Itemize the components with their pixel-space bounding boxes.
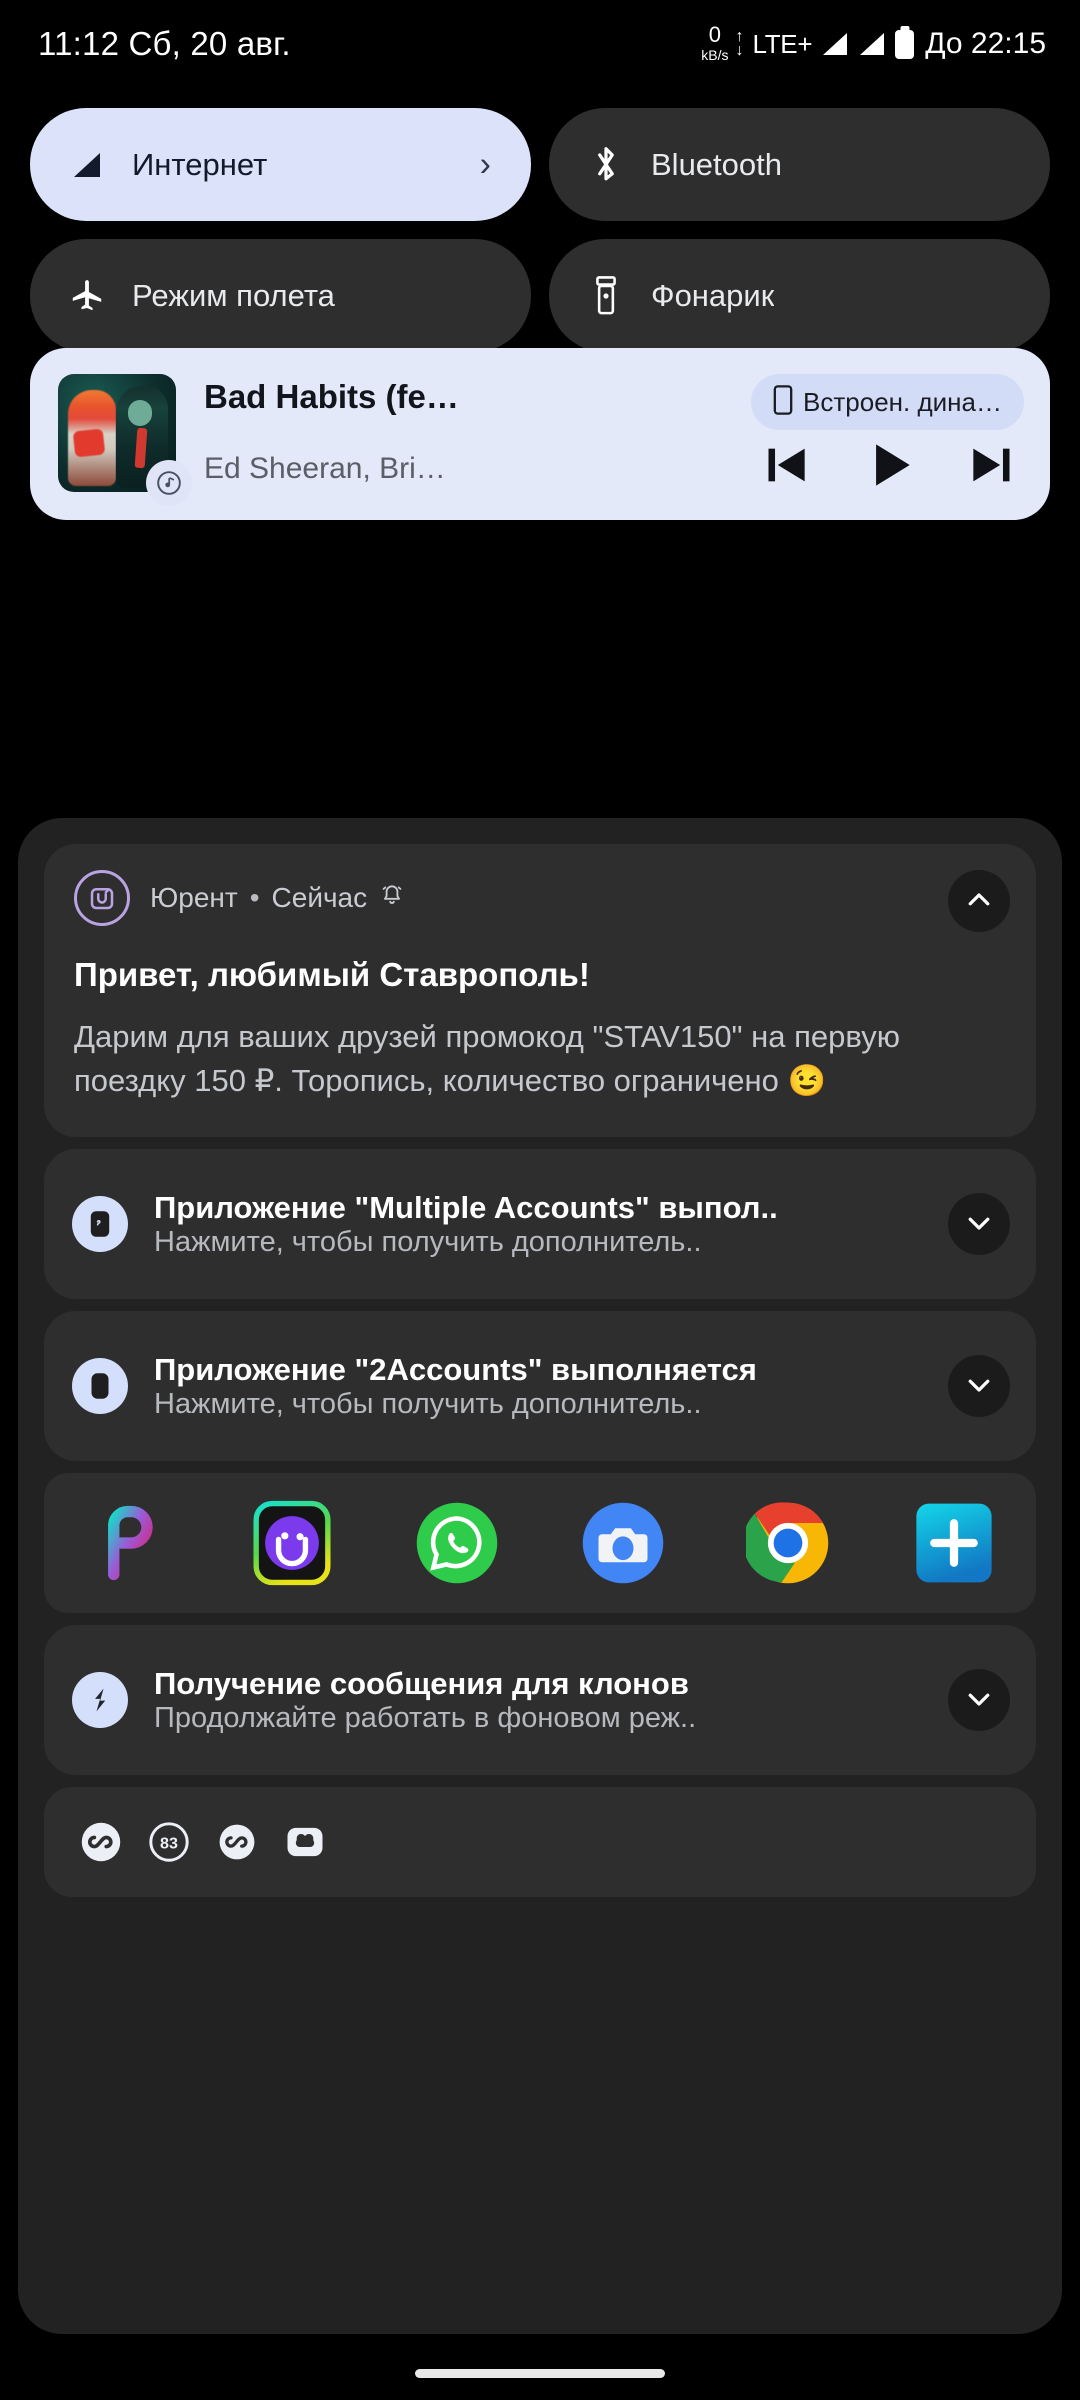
notification-shade: 11:12 Сб, 20 авг. 0 kB/s ↑ ↓ LTE+ До 22:1… xyxy=(0,0,1080,2400)
two-accounts-icon xyxy=(72,1358,128,1415)
notification-text: Приложение "Multiple Accounts" выпол.. Н… xyxy=(154,1190,932,1259)
chevron-down-icon xyxy=(964,1370,994,1403)
chevron-down-icon xyxy=(964,1208,994,1241)
tile-bluetooth-label: Bluetooth xyxy=(651,146,782,182)
expand-button[interactable] xyxy=(948,1669,1010,1732)
chevron-right-icon[interactable]: › xyxy=(480,145,491,184)
app-shortcuts-row xyxy=(44,1473,1036,1614)
media-controls xyxy=(758,434,1020,496)
notification-title: Привет, любимый Ставрополь! xyxy=(74,956,590,993)
battery-icon xyxy=(895,29,915,59)
status-time-date: 11:12 Сб, 20 авг. xyxy=(38,25,291,62)
bell-ringing-icon xyxy=(379,882,405,915)
media-output-label: Встроен. дина… xyxy=(803,386,1002,417)
signal-bars-sim2-icon xyxy=(858,31,886,57)
notification-subtitle: Продолжайте работать в фоновом реж.. xyxy=(154,1701,697,1734)
notification-title: Получение сообщения для клонов xyxy=(154,1665,689,1701)
signal-icon xyxy=(64,150,110,180)
notification-yurent[interactable]: Юрент • Сейчас Привет, любимый Ставропол… xyxy=(44,844,1036,1138)
notification-subtitle: Нажмите, чтобы получить дополнитель.. xyxy=(154,1225,702,1258)
gesture-nav-pill[interactable] xyxy=(415,2369,665,2378)
chrome-icon[interactable] xyxy=(740,1495,836,1591)
meta-separator: • xyxy=(249,882,260,913)
tile-internet[interactable]: Интернет › xyxy=(30,108,531,221)
notification-text: Приложение "2Accounts" выполняется Нажми… xyxy=(154,1352,932,1421)
previous-track-button[interactable] xyxy=(758,437,814,493)
dual-blob-icon xyxy=(282,1819,328,1865)
multiple-accounts-icon xyxy=(72,1196,128,1253)
picsart-icon[interactable] xyxy=(78,1495,174,1591)
status-icons: 0 kB/s ↑ ↓ LTE+ До 22:15 xyxy=(701,22,1046,63)
tile-bluetooth[interactable]: Bluetooth xyxy=(549,108,1050,221)
silent-notifications-strip[interactable]: 83 xyxy=(44,1787,1036,1898)
status-bar: 11:12 Сб, 20 авг. 0 kB/s ↑ ↓ LTE+ До 22:1… xyxy=(0,0,1080,88)
media-player-card[interactable]: Bad Habits (fe… Ed Sheeran, Bri… Встроен… xyxy=(30,348,1050,520)
tile-flashlight-label: Фонарик xyxy=(651,277,775,313)
camera-icon[interactable] xyxy=(575,1495,671,1591)
notification-subtitle: Нажмите, чтобы получить дополнитель.. xyxy=(154,1387,702,1420)
battery-percent-label: 83 xyxy=(160,1835,178,1853)
notification-body: Дарим для ваших друзей промокод "STAV150… xyxy=(74,1019,900,1099)
notification-meta: Юрент • Сейчас xyxy=(150,882,405,915)
music-app-icon xyxy=(146,460,192,506)
notification-clone-message[interactable]: Получение сообщения для клонов Продолжай… xyxy=(44,1625,1036,1776)
chevron-down-icon xyxy=(964,1684,994,1717)
notification-title: Приложение "2Accounts" выполняется xyxy=(154,1351,757,1387)
notification-header: Юрент • Сейчас xyxy=(74,870,932,926)
media-output-chip[interactable]: Встроен. дина… xyxy=(751,374,1024,430)
media-title: Bad Habits (fe… xyxy=(204,378,459,415)
notification-2accounts[interactable]: Приложение "2Accounts" выполняется Нажми… xyxy=(44,1311,1036,1462)
notification-multiple-accounts[interactable]: Приложение "Multiple Accounts" выпол.. Н… xyxy=(44,1149,1036,1300)
updown-arrows-icon: ↑ ↓ xyxy=(735,28,744,59)
network-speed-value: 0 xyxy=(708,22,721,47)
chevron-up-icon xyxy=(964,885,994,918)
network-speed-indicator: 0 kB/s xyxy=(701,22,729,63)
notification-app-name: Юрент xyxy=(150,882,238,913)
network-speed-unit: kB/s xyxy=(701,47,729,63)
notification-text: Получение сообщения для клонов Продолжай… xyxy=(154,1666,932,1735)
phone-speaker-icon xyxy=(773,384,793,420)
tile-airplane-label: Режим полета xyxy=(132,277,335,313)
battery-percent-icon: 83 xyxy=(146,1819,192,1865)
network-type-label: LTE+ xyxy=(752,28,813,59)
expand-button[interactable] xyxy=(948,1355,1010,1418)
infinity-circle-icon-2 xyxy=(214,1819,260,1865)
clone-app-icon[interactable] xyxy=(244,1495,340,1591)
album-art xyxy=(58,374,192,506)
media-artist: Ed Sheeran, Bri… xyxy=(204,452,446,485)
bluetooth-icon xyxy=(583,145,629,185)
yurent-icon xyxy=(74,870,130,926)
tile-flashlight[interactable]: Фонарик xyxy=(549,239,1050,352)
add-clone-icon[interactable] xyxy=(906,1495,1002,1591)
notification-time: Сейчас xyxy=(271,882,368,913)
flashlight-icon xyxy=(583,275,629,316)
next-track-button[interactable] xyxy=(964,437,1020,493)
tile-airplane-mode[interactable]: Режим полета xyxy=(30,239,531,352)
signal-bars-sim1-icon xyxy=(821,31,849,57)
notification-title: Приложение "Multiple Accounts" выпол.. xyxy=(154,1189,778,1225)
whatsapp-icon[interactable] xyxy=(409,1495,505,1591)
tile-internet-label: Интернет xyxy=(132,146,268,182)
collapse-button[interactable] xyxy=(948,870,1010,932)
play-button[interactable] xyxy=(858,434,920,496)
airplane-icon xyxy=(64,277,110,315)
quick-settings-tiles: Интернет › Bluetooth Режим полета Фонари… xyxy=(30,108,1050,352)
expand-button[interactable] xyxy=(948,1193,1010,1256)
battery-time-label: До 22:15 xyxy=(925,27,1046,60)
infinity-circle-icon xyxy=(78,1819,124,1865)
clone-message-icon xyxy=(72,1672,128,1729)
notification-list: Юрент • Сейчас Привет, любимый Ставропол… xyxy=(18,818,1062,2334)
